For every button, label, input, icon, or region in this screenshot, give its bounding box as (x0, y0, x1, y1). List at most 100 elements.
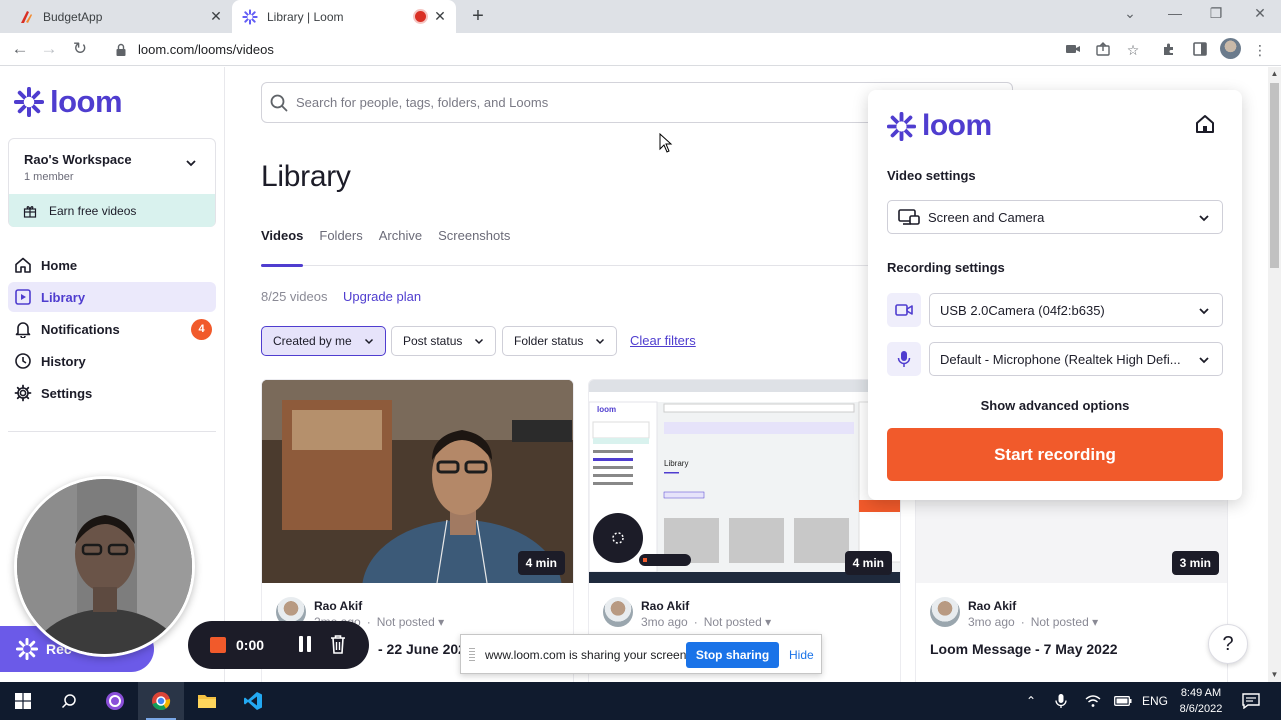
page-scrollbar[interactable]: ▲ ▼ (1268, 67, 1281, 682)
video-settings-heading: Video settings (887, 168, 976, 183)
camera-select[interactable]: USB 2.0Camera (04f2:b635) (929, 293, 1223, 327)
clear-filters-link[interactable]: Clear filters (630, 333, 696, 348)
upgrade-plan-link[interactable]: Upgrade plan (343, 289, 421, 304)
github-desktop-icon[interactable] (92, 682, 138, 720)
webcam-bubble[interactable] (14, 476, 195, 657)
post-status-dropdown[interactable]: Not posted (377, 615, 435, 629)
help-button[interactable]: ? (1208, 624, 1248, 664)
microphone-tray-icon[interactable] (1055, 682, 1067, 720)
show-hidden-icons-icon[interactable]: ⌃ (1026, 682, 1036, 720)
camera-toggle[interactable] (887, 293, 921, 327)
video-age: 3mo ago (641, 615, 688, 629)
bookmark-star-icon[interactable]: ☆ (1124, 41, 1142, 59)
side-panel-icon[interactable] (1191, 41, 1209, 59)
browser-tab-loom[interactable]: Library | Loom ✕ (232, 0, 456, 33)
scroll-up-arrow-icon[interactable]: ▲ (1268, 67, 1281, 81)
clock-time: 8:49 AM (1180, 687, 1222, 699)
close-window-button[interactable]: ✕ (1250, 5, 1270, 22)
trash-icon[interactable] (330, 634, 346, 654)
hide-sharing-bar-link[interactable]: Hide (789, 648, 814, 662)
minimize-button[interactable]: — (1165, 5, 1185, 21)
lock-icon (116, 43, 126, 56)
video-thumbnail[interactable]: 4 min (262, 380, 573, 583)
reload-button[interactable]: ↻ (70, 39, 90, 59)
sidebar-item-history[interactable]: History (8, 346, 216, 376)
new-tab-button[interactable]: + (468, 6, 488, 26)
close-tab-icon[interactable]: ✕ (432, 8, 448, 24)
tab-search-icon[interactable]: ⌄ (1120, 5, 1140, 22)
chevron-down-icon (596, 338, 605, 345)
loom-logo-icon (16, 638, 38, 660)
chevron-down-icon (475, 338, 484, 345)
video-title[interactable]: Loom Message - 7 May 2022 (930, 641, 1118, 657)
share-icon[interactable] (1094, 41, 1112, 59)
folder-status-filter[interactable]: Folder status (502, 326, 618, 356)
vscode-icon[interactable] (230, 682, 276, 720)
camera-icon[interactable] (1064, 41, 1082, 59)
chevron-down-icon (1199, 215, 1209, 222)
tab-archive[interactable]: Archive (379, 228, 422, 266)
sidebar-nav: Home Library Notifications 4 History Set… (8, 250, 216, 410)
taskbar-search-icon[interactable] (46, 682, 92, 720)
windows-start-icon[interactable] (0, 682, 46, 720)
tab-videos[interactable]: Videos (261, 228, 304, 267)
budgetapp-favicon-icon (18, 9, 34, 25)
sidebar-item-library[interactable]: Library (8, 282, 216, 312)
restore-button[interactable]: ❐ (1206, 5, 1226, 22)
notifications-center-icon[interactable] (1242, 682, 1260, 720)
clock-date: 8/6/2022 (1179, 703, 1223, 715)
back-button[interactable]: ← (10, 39, 30, 59)
workspace-switcher[interactable]: Rao's Workspace 1 member Earn free video… (8, 138, 216, 227)
separator-dot: · (693, 615, 698, 629)
show-advanced-options-link[interactable]: Show advanced options (868, 398, 1242, 413)
scrollbar-thumb[interactable] (1270, 83, 1279, 268)
browser-menu-icon[interactable]: ⋮ (1251, 41, 1269, 59)
microphone-toggle[interactable] (887, 342, 921, 376)
workspace-name: Rao's Workspace (24, 152, 132, 167)
separator-dot: · (366, 615, 371, 629)
post-status-dropdown[interactable]: Not posted (1031, 615, 1089, 629)
stop-recording-button[interactable] (210, 637, 226, 653)
chrome-taskbar-icon[interactable] (138, 682, 184, 720)
start-recording-button[interactable]: Start recording (887, 428, 1223, 481)
extensions-icon[interactable] (1160, 41, 1178, 59)
microphone-icon (897, 351, 911, 367)
scroll-down-arrow-icon[interactable]: ▼ (1268, 668, 1281, 682)
address-bar[interactable]: loom.com/looms/videos (104, 37, 1144, 62)
browser-toolbar: ← → ↻ loom.com/looms/videos ☆ ⋮ (0, 33, 1281, 66)
post-status-dropdown[interactable]: Not posted (704, 615, 762, 629)
sidebar-item-home[interactable]: Home (8, 250, 216, 280)
browser-tab-budgetapp[interactable]: BudgetApp ✕ (0, 0, 232, 33)
loom-logo[interactable]: loom (14, 84, 123, 120)
video-mode-select[interactable]: Screen and Camera (887, 200, 1223, 234)
created-by-me-filter[interactable]: Created by me (261, 326, 386, 356)
close-tab-icon[interactable]: ✕ (208, 8, 224, 24)
sidebar-item-notifications[interactable]: Notifications 4 (8, 314, 216, 344)
search-input[interactable] (296, 95, 896, 110)
recording-timer: 0:00 (236, 637, 265, 653)
taskbar-clock[interactable]: 8:49 AM 8/6/2022 (1172, 685, 1230, 717)
input-language[interactable]: ENG (1142, 682, 1168, 720)
stop-sharing-button[interactable]: Stop sharing (686, 642, 779, 668)
duration-badge: 3 min (1171, 551, 1219, 575)
battery-icon[interactable] (1114, 682, 1132, 720)
wifi-icon[interactable] (1085, 682, 1101, 720)
tab-screenshots[interactable]: Screenshots (438, 228, 510, 266)
tab-title: Library | Loom (267, 9, 344, 24)
tab-folders[interactable]: Folders (319, 228, 362, 266)
duration-badge: 4 min (517, 551, 565, 575)
profile-avatar[interactable] (1220, 38, 1241, 59)
loom-wordmark: loom (922, 109, 992, 142)
post-status-filter[interactable]: Post status (391, 326, 497, 356)
sidebar-item-settings[interactable]: Settings (8, 378, 216, 408)
home-icon[interactable] (1194, 113, 1216, 135)
file-explorer-icon[interactable] (184, 682, 230, 720)
recording-indicator-icon (415, 11, 426, 22)
sharing-message: www.loom.com is sharing your screen. (485, 648, 690, 662)
microphone-select[interactable]: Default - Microphone (Realtek High Defi.… (929, 342, 1223, 376)
pause-icon[interactable] (298, 635, 312, 653)
forward-button[interactable]: → (39, 39, 59, 59)
drag-handle-icon[interactable] (469, 648, 475, 662)
library-icon (14, 288, 32, 306)
earn-free-videos-link[interactable]: Earn free videos (9, 194, 215, 227)
